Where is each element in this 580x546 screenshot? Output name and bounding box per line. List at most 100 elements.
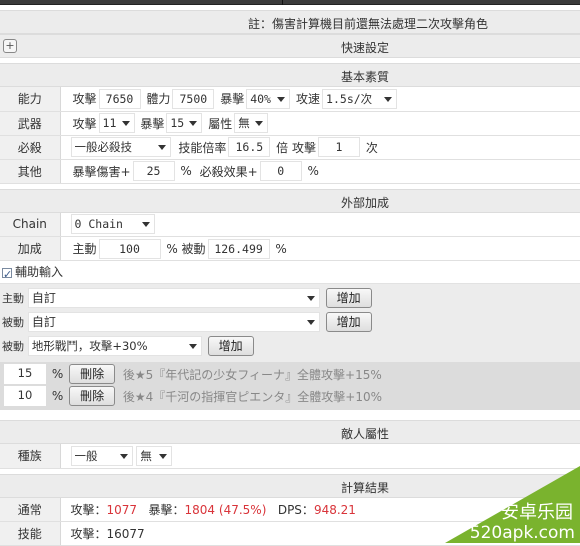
weapon-attr-select[interactable]: 無: [234, 113, 268, 133]
atk-input[interactable]: 7650: [99, 89, 141, 109]
delete-button[interactable]: 刪除: [69, 386, 115, 406]
chain-value: 0 Chain: [75, 217, 123, 231]
delete-button[interactable]: 刪除: [69, 364, 115, 384]
race-label: 種族: [0, 444, 60, 468]
chain-select[interactable]: 0 Chain: [71, 214, 155, 234]
aux-input-label: 輔助輸入: [15, 265, 63, 279]
buff-unit: %: [52, 367, 63, 381]
weapon-label: 武器: [0, 111, 60, 135]
aux-input-toggle[interactable]: 輔助輸入: [0, 261, 580, 283]
row-race: 種族 一般 無: [0, 444, 580, 468]
skill-times-input[interactable]: 1: [318, 137, 360, 157]
weapon-attr-label: 屬性: [208, 117, 232, 131]
active-bonus-input[interactable]: 100: [99, 239, 161, 259]
dps-label: DPS：: [278, 503, 314, 517]
aux-active-row: 主動 自訂 增加: [0, 288, 580, 312]
weapon-crit-value: 15: [170, 116, 184, 130]
normal-atk-value: 1077: [107, 503, 138, 517]
chevron-down-icon: [158, 145, 166, 150]
skill-effect-input[interactable]: 0: [260, 161, 302, 181]
buff-unit: %: [52, 389, 63, 403]
basic-stats-table: 能力 攻擊7650 體力7500 暴擊40% 攻速1.5s/次 武器 攻擊11 …: [0, 87, 580, 184]
buff-description: 後★5『年代記の少女フィーナ』全體攻擊+15%: [123, 368, 382, 382]
skill-atk-value: 16077: [107, 527, 145, 541]
aux-active-label: 主動: [2, 292, 24, 305]
watermark-line2: 520apk.com: [470, 523, 575, 543]
row-ability: 能力 攻擊7650 體力7500 暴擊40% 攻速1.5s/次: [0, 87, 580, 111]
aux-passive2-value: 地形戰鬥，攻擊+30%: [32, 339, 148, 353]
chevron-down-icon: [142, 222, 150, 227]
watermark-line1: 安卓乐园: [501, 502, 573, 523]
checkbox-checked-icon[interactable]: [2, 268, 12, 278]
skill-effect-label: 必殺效果+: [200, 165, 258, 179]
weapon-crit-select[interactable]: 15: [166, 113, 202, 133]
external-bonus-header: 外部加成: [0, 189, 580, 213]
buff-value-input[interactable]: 15: [4, 364, 46, 384]
chevron-down-icon: [384, 97, 392, 102]
chain-label: Chain: [0, 213, 60, 237]
enemy-attr-value: 無: [140, 449, 152, 463]
race-select[interactable]: 一般: [71, 446, 133, 466]
passive-bonus-input[interactable]: 126.499: [208, 239, 270, 259]
active-label: 主動: [73, 242, 97, 256]
basic-stats-title: 基本素質: [0, 68, 580, 85]
weapon-atk-label: 攻擊: [73, 117, 97, 131]
basic-stats-header: 基本素質: [0, 63, 580, 87]
external-bonus-title: 外部加成: [0, 194, 580, 211]
chevron-down-icon: [159, 454, 167, 459]
weapon-atk-select[interactable]: 11: [99, 113, 135, 133]
crit-value: 40%: [250, 92, 271, 106]
skill-label: 必殺: [0, 135, 60, 159]
buff-entry: 15 % 刪除 後★5『年代記の少女フィーナ』全體攻擊+15%: [0, 364, 580, 386]
add-passive2-button[interactable]: 增加: [208, 336, 254, 356]
aux-passive2-row: 被動 地形戰鬥，攻擊+30% 增加: [0, 336, 580, 360]
enemy-attr-title: 敵人屬性: [0, 425, 580, 442]
aux-input-panel: 主動 自訂 增加 被動 自訂 增加 被動 地形戰鬥，攻擊+30% 增加: [0, 283, 580, 362]
aux-passive2-label: 被動: [2, 340, 24, 353]
row-skill: 必殺 一般必殺技 技能倍率16.5 倍 攻擊1 次: [0, 135, 580, 159]
row-other: 其他 暴擊傷害+25 % 必殺效果+0 %: [0, 159, 580, 183]
speed-select[interactable]: 1.5s/次: [322, 89, 397, 109]
skill-rate-input[interactable]: 16.5: [228, 137, 270, 157]
hp-input[interactable]: 7500: [172, 89, 214, 109]
bonus-label: 加成: [0, 237, 60, 261]
buff-description: 後★4『千河の指揮官ピエンタ』全體攻擊+10%: [123, 390, 382, 404]
aux-active-value: 自訂: [32, 291, 56, 305]
crit-select[interactable]: 40%: [246, 89, 290, 109]
add-passive-button[interactable]: 增加: [326, 312, 372, 332]
external-bonus-table: Chain 0 Chain 加成 主動100 % 被動126.499 %: [0, 213, 580, 262]
weapon-atk-value: 11: [103, 116, 117, 130]
speed-value: 1.5s/次: [326, 92, 372, 106]
aux-passive-select[interactable]: 自訂: [28, 312, 320, 332]
dps-value: 948.21: [314, 503, 356, 517]
passive-label: % 被動: [166, 242, 205, 256]
enemy-attr-select[interactable]: 無: [136, 446, 172, 466]
quick-settings-header[interactable]: + 快速設定: [0, 34, 580, 58]
chevron-down-icon: [189, 344, 197, 349]
buff-list: 15 % 刪除 後★5『年代記の少女フィーナ』全體攻擊+15% 10 % 刪除 …: [0, 362, 580, 410]
atk-label: 攻擊: [73, 92, 97, 106]
add-active-button[interactable]: 增加: [326, 288, 372, 308]
chevron-down-icon: [255, 121, 263, 126]
buff-value-input[interactable]: 10: [4, 386, 46, 406]
normal-crit-value: 1804 (47.5%): [185, 503, 267, 517]
aux-passive-row: 被動 自訂 增加: [0, 312, 580, 336]
aux-passive2-select[interactable]: 地形戰鬥，攻擊+30%: [28, 336, 202, 356]
weapon-attr-value: 無: [238, 116, 250, 130]
skill-result-label: 技能: [0, 522, 60, 546]
pct-label: %: [180, 164, 191, 178]
skill-type-select[interactable]: 一般必殺技: [71, 137, 171, 157]
skill-times-label: 倍 攻擊: [276, 141, 316, 155]
weapon-crit-label: 暴擊: [140, 117, 164, 131]
speed-label: 攻速: [296, 92, 320, 106]
crit-damage-input[interactable]: 25: [133, 161, 175, 181]
hp-label: 體力: [146, 92, 170, 106]
row-chain: Chain 0 Chain: [0, 213, 580, 237]
row-bonus: 加成 主動100 % 被動126.499 %: [0, 237, 580, 261]
crit-damage-label: 暴擊傷害+: [73, 165, 131, 179]
pct-label: %: [308, 164, 319, 178]
aux-passive-value: 自訂: [32, 315, 56, 329]
aux-active-select[interactable]: 自訂: [28, 288, 320, 308]
top-bar: [0, 0, 580, 5]
chevron-down-icon: [307, 296, 315, 301]
